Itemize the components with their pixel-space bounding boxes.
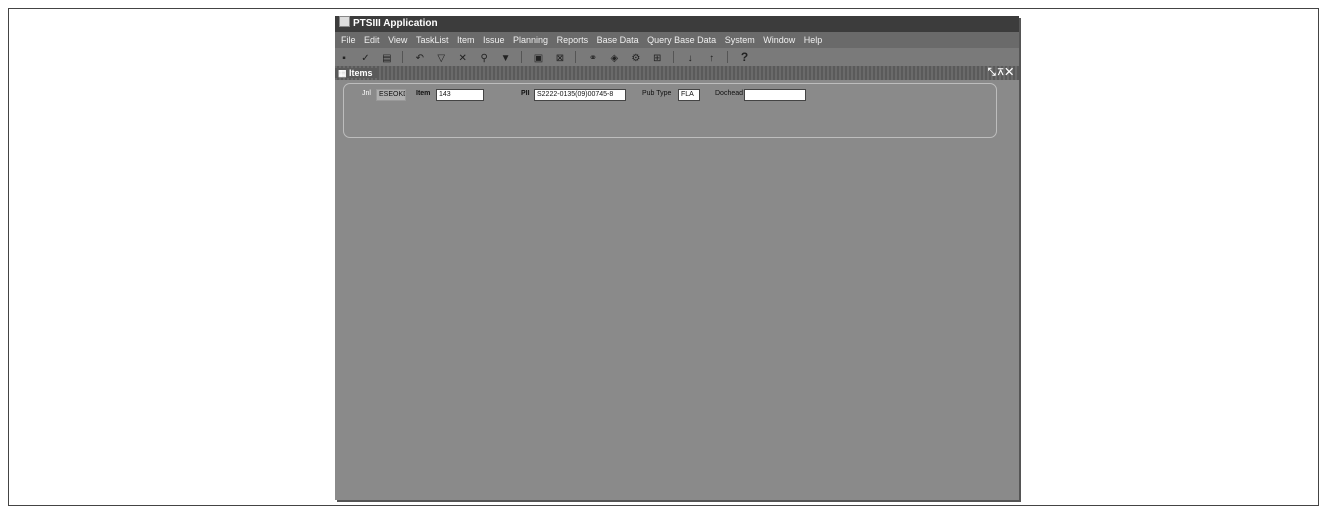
filter-icon[interactable]: ▽ — [435, 53, 447, 65]
item-field[interactable]: 143 — [436, 89, 484, 101]
app-icon — [339, 16, 350, 27]
app-titlebar: PTSIII Application — [335, 16, 1019, 32]
toolbar: ▪ ✓ ▤ ↶ ▽ ✕ ⚲ ▼ ▣ ⊠ ⚭ ◈ ⚙ ⊞ ↓ ↑ ? — [335, 48, 1019, 66]
dochead-label: Dochead — [715, 90, 744, 97]
menu-reports[interactable]: Reports — [557, 35, 589, 45]
resize-icon[interactable]: ⤡ — [988, 67, 998, 78]
toolbar-separator — [402, 51, 404, 63]
pub-type-label: Pub Type — [642, 90, 672, 97]
application-window: PTSIII Application File Edit View TaskLi… — [335, 16, 1019, 500]
arrow-down-icon[interactable]: ↓ — [684, 53, 696, 65]
items-window: ▦ Items ⤡⊼✕ Jnl ESEOKD Item 143 PII S222… — [335, 66, 1019, 500]
app-title: PTSIII Application — [353, 18, 438, 29]
check-icon[interactable]: ✓ — [359, 53, 371, 65]
close-icon[interactable]: ✕ — [1005, 67, 1015, 78]
delete-record-icon[interactable]: ⊠ — [554, 53, 566, 65]
help-icon[interactable]: ? — [739, 51, 751, 63]
item-header-panel: Jnl ESEOKD Item 143 PII S2222-0135(09)00… — [343, 83, 997, 138]
toolbar-separator — [727, 51, 729, 63]
items-window-icon: ▦ — [338, 68, 350, 78]
item-label: Item — [416, 90, 431, 97]
dochead-field[interactable] — [744, 89, 806, 101]
jnl-field[interactable]: ESEOKD — [376, 89, 406, 101]
clear-filter-icon[interactable]: ✕ — [457, 53, 469, 65]
pii-label: PII — [521, 90, 530, 97]
print-icon[interactable]: ▤ — [381, 53, 393, 65]
arrow-up-icon[interactable]: ↑ — [706, 53, 718, 65]
attach-icon[interactable]: ⚭ — [587, 53, 599, 65]
toolbar-separator — [672, 51, 674, 63]
execute-query-icon[interactable]: ▼ — [500, 53, 512, 65]
menu-bar: File Edit View TaskList Item Issue Plann… — [335, 32, 1019, 48]
menu-base-data[interactable]: Base Data — [597, 35, 639, 45]
menu-issue[interactable]: Issue — [483, 35, 505, 45]
menu-planning[interactable]: Planning — [513, 35, 548, 45]
menu-view[interactable]: View — [388, 35, 407, 45]
menu-window[interactable]: Window — [763, 35, 795, 45]
jnl-label: Jnl — [362, 90, 371, 97]
save-icon[interactable]: ▪ — [338, 53, 350, 65]
pub-type-field[interactable]: FLA — [678, 89, 700, 101]
pii-field[interactable]: S2222-0135(09)00745-8 — [534, 89, 626, 101]
menu-edit[interactable]: Edit — [364, 35, 380, 45]
lookup-icon[interactable]: ⚙ — [630, 53, 642, 65]
menu-tasklist[interactable]: TaskList — [416, 35, 449, 45]
grid-icon[interactable]: ⊞ — [651, 53, 663, 65]
menu-system[interactable]: System — [725, 35, 755, 45]
toolbar-separator — [521, 51, 523, 63]
items-window-title: Items — [349, 68, 373, 78]
insert-record-icon[interactable]: ▣ — [533, 53, 545, 65]
toolbar-separator — [575, 51, 577, 63]
menu-item[interactable]: Item — [457, 35, 475, 45]
undo-icon[interactable]: ↶ — [414, 53, 426, 65]
query-icon[interactable]: ⚲ — [478, 53, 490, 65]
menu-file[interactable]: File — [341, 35, 356, 45]
menu-help[interactable]: Help — [804, 35, 823, 45]
items-window-titlebar: ▦ Items ⤡⊼✕ — [335, 66, 1019, 80]
menu-query-base-data[interactable]: Query Base Data — [647, 35, 716, 45]
find-icon[interactable]: ◈ — [608, 53, 620, 65]
